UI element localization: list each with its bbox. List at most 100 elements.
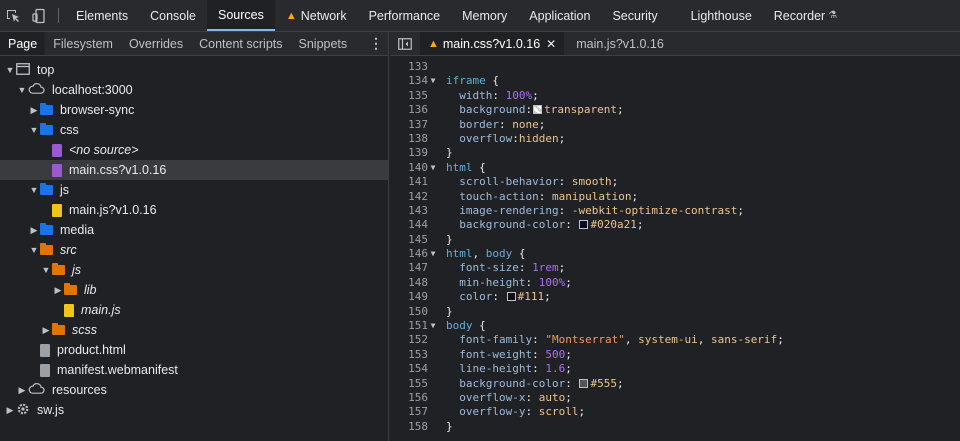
fold-gutter [428, 89, 438, 103]
line-number[interactable]: 156 [390, 391, 428, 405]
line-number[interactable]: 134 [390, 74, 428, 88]
collapsed-arrow-icon[interactable]: ▶ [52, 285, 64, 296]
collapsed-arrow-icon[interactable]: ▶ [28, 225, 40, 236]
tree-item[interactable]: ▶ browser-sync [0, 100, 388, 120]
line-number[interactable]: 143 [390, 204, 428, 218]
color-swatch[interactable] [533, 105, 543, 115]
line-number[interactable]: 149 [390, 290, 428, 304]
line-number[interactable]: 148 [390, 276, 428, 290]
expanded-arrow-icon[interactable]: ▼ [28, 125, 40, 135]
line-number[interactable]: 152 [390, 333, 428, 347]
collapsed-arrow-icon[interactable]: ▶ [28, 105, 40, 116]
line-number[interactable]: 142 [390, 190, 428, 204]
collapsed-arrow-icon[interactable]: ▶ [40, 325, 52, 336]
color-swatch[interactable] [579, 378, 589, 388]
collapsed-arrow-icon[interactable]: ▶ [16, 385, 28, 396]
tree-item[interactable]: main.js?v1.0.16 [0, 200, 388, 220]
more-options-icon[interactable]: ⋮ [364, 32, 388, 55]
code-line: 139} [390, 146, 960, 160]
line-number[interactable]: 139 [390, 146, 428, 160]
line-number[interactable]: 151 [390, 319, 428, 333]
tab-label: Performance [368, 8, 441, 23]
tab-sources[interactable]: Sources [206, 0, 275, 31]
tab-console[interactable]: Console [139, 0, 207, 31]
editor-tab-main-css[interactable]: ▲ main.css?v1.0.16 ✕ [420, 32, 565, 55]
line-number[interactable]: 154 [390, 362, 428, 376]
code-line: 151 ▼ body { [390, 319, 960, 333]
tree-item[interactable]: main.css?v1.0.16 [0, 160, 388, 180]
code-token: ; [558, 131, 566, 145]
line-number[interactable]: 158 [390, 420, 428, 434]
tab-network[interactable]: ▲ Network [275, 0, 358, 31]
tree-item[interactable]: product.html [0, 340, 388, 360]
tab-performance[interactable]: Performance [358, 0, 452, 31]
color-swatch[interactable] [506, 292, 516, 302]
tab-elements[interactable]: Elements [65, 0, 139, 31]
line-number[interactable]: 157 [390, 405, 428, 419]
expanded-arrow-icon[interactable]: ▼ [28, 185, 40, 195]
navigator-tab-snippets[interactable]: Snippets [291, 32, 356, 55]
editor-tab-main-js[interactable]: main.js?v1.0.16 [564, 32, 672, 55]
tab-recorder[interactable]: Recorder ⚗ [763, 0, 848, 31]
tree-item[interactable]: ▶ sw.js [0, 400, 388, 420]
file-icon [52, 143, 62, 157]
line-number[interactable]: 153 [390, 348, 428, 362]
tree-item[interactable]: ▶ resources [0, 380, 388, 400]
device-toolbar-icon[interactable] [26, 0, 52, 31]
fold-arrow-icon[interactable]: ▼ [428, 319, 438, 333]
line-number[interactable]: 141 [390, 175, 428, 189]
tree-item[interactable]: ▶ scss [0, 320, 388, 340]
tree-item[interactable]: ▼ js [0, 260, 388, 280]
line-number[interactable]: 147 [390, 261, 428, 275]
expanded-arrow-icon[interactable]: ▼ [16, 85, 28, 95]
tree-item[interactable]: ▼ js [0, 180, 388, 200]
line-number[interactable]: 140 [390, 161, 428, 175]
fold-arrow-icon[interactable]: ▼ [428, 161, 438, 175]
color-swatch[interactable] [579, 220, 589, 230]
navigator-tab-overrides[interactable]: Overrides [121, 32, 191, 55]
line-number[interactable]: 144 [390, 218, 428, 232]
code-line: 135 width: 100%; [390, 89, 960, 103]
inspect-element-icon[interactable] [0, 0, 26, 31]
tree-item[interactable]: manifest.webmanifest [0, 360, 388, 380]
line-number[interactable]: 145 [390, 233, 428, 247]
line-number[interactable]: 150 [390, 305, 428, 319]
fold-gutter [428, 103, 438, 117]
tree-item-label: localhost:3000 [52, 83, 133, 97]
fold-arrow-icon[interactable]: ▼ [428, 74, 438, 88]
line-number[interactable]: 155 [390, 377, 428, 391]
navigator-tab-page[interactable]: Page [0, 32, 46, 55]
line-number[interactable]: 136 [390, 103, 428, 117]
code-token: ; [777, 333, 784, 347]
code-text: font-size: 1rem; [438, 261, 565, 275]
tree-item[interactable]: ▶ media [0, 220, 388, 240]
tree-item[interactable]: ▼ css [0, 120, 388, 140]
tree-item[interactable]: <no source> [0, 140, 388, 160]
close-tab-icon[interactable]: ✕ [546, 37, 556, 51]
tree-item[interactable]: ▶ lib [0, 280, 388, 300]
tree-item[interactable]: ▼ localhost:3000 [0, 80, 388, 100]
toggle-navigator-icon[interactable] [390, 32, 420, 55]
expanded-arrow-icon[interactable]: ▼ [4, 65, 16, 75]
fold-gutter [428, 175, 438, 189]
line-number[interactable]: 135 [390, 89, 428, 103]
line-number[interactable]: 146 [390, 247, 428, 261]
fold-arrow-icon[interactable]: ▼ [428, 247, 438, 261]
tree-item[interactable]: main.js [0, 300, 388, 320]
expanded-arrow-icon[interactable]: ▼ [28, 245, 40, 255]
line-number[interactable]: 133 [390, 60, 428, 74]
line-number[interactable]: 137 [390, 118, 428, 132]
tab-lighthouse[interactable]: Lighthouse [680, 0, 763, 31]
code-editor[interactable]: 133 134 ▼ iframe {135 width: 100%; 136 backg… [390, 60, 960, 441]
tab-application[interactable]: Application [518, 0, 601, 31]
tab-security[interactable]: Security [601, 0, 679, 31]
expanded-arrow-icon[interactable]: ▼ [40, 265, 52, 275]
tab-memory[interactable]: Memory [451, 0, 518, 31]
navigator-tab-filesystem[interactable]: Filesystem [45, 32, 121, 55]
tree-item[interactable]: ▼ src [0, 240, 388, 260]
tree-item[interactable]: ▼ top [0, 60, 388, 80]
collapsed-arrow-icon[interactable]: ▶ [4, 405, 16, 416]
line-number[interactable]: 138 [390, 132, 428, 146]
navigator-tab-content-scripts[interactable]: Content scripts [191, 32, 290, 55]
